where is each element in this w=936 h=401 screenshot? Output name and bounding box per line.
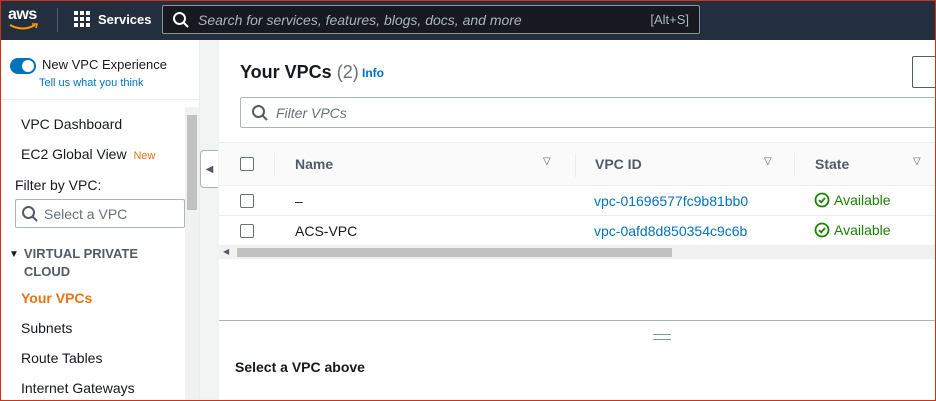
sidebar-item-subnets[interactable]: Subnets	[21, 320, 72, 336]
collapse-sidebar-button[interactable]: ◀	[200, 150, 218, 188]
table-row[interactable]: – vpc-01696577fc9b81bb0 Available	[219, 186, 936, 216]
column-header-vpc-id[interactable]: VPC ID	[595, 156, 642, 172]
new-vpc-experience-label: New VPC Experience	[42, 57, 167, 72]
sidebar-item-route-tables[interactable]: Route Tables	[21, 350, 102, 366]
refresh-button[interactable]	[912, 56, 936, 88]
sidebar-item-label: Internet Gateways	[21, 380, 135, 396]
table-header: Name ▽ VPC ID ▽ State ▽	[219, 142, 936, 186]
services-grid-icon	[74, 11, 90, 27]
sidebar-item-label: EC2 Global View	[21, 146, 127, 162]
split-panel-message: Select a VPC above	[235, 359, 365, 375]
global-search-input[interactable]: Search for services, features, blogs, do…	[162, 5, 700, 34]
aws-logo[interactable]: aws	[8, 6, 42, 32]
select-all-checkbox[interactable]	[240, 157, 254, 171]
resize-handle-icon[interactable]	[653, 334, 671, 340]
sidebar-item-internet-gateways[interactable]: Internet Gateways	[21, 380, 135, 396]
new-vpc-experience-row: New VPC Experience	[10, 57, 167, 74]
check-circle-icon	[814, 192, 830, 208]
row-checkbox[interactable]	[240, 194, 254, 208]
vpc-list-panel: Your VPCs (2) Info Filter VPCs Name ▽ VP…	[219, 40, 936, 320]
aws-smile-icon	[9, 23, 39, 30]
section-title: VIRTUAL PRIVATE CLOUD	[23, 246, 139, 279]
top-navigation-bar: aws Services Search for services, featur…	[0, 0, 936, 40]
vpc-count: (2)	[336, 62, 359, 82]
search-icon	[22, 205, 38, 222]
sort-caret-icon[interactable]: ▽	[543, 156, 551, 167]
services-menu-button[interactable]: Services	[74, 11, 152, 27]
vpc-state-text: Available	[834, 192, 891, 208]
sidebar-item-label: Your VPCs	[21, 290, 93, 306]
column-divider[interactable]	[575, 153, 576, 177]
vpc-name: ACS-VPC	[295, 223, 358, 239]
page-title: Your VPCs (2)	[240, 62, 359, 83]
sidebar-item-your-vpcs[interactable]: Your VPCs	[21, 290, 92, 306]
scroll-left-icon[interactable]: ◀	[223, 247, 229, 256]
column-header-name[interactable]: Name	[295, 156, 333, 172]
sidebar-scrollbar-thumb[interactable]	[187, 115, 197, 210]
horizontal-scrollbar-thumb[interactable]	[237, 248, 672, 257]
table-row[interactable]: ACS-VPC vpc-0afd8d850354c9c6b Available	[219, 216, 936, 246]
chevron-left-icon: ◀	[205, 163, 214, 175]
caret-down-icon: ▼	[9, 249, 19, 260]
sort-caret-icon[interactable]: ▽	[764, 156, 772, 167]
column-divider[interactable]	[794, 153, 795, 177]
search-shortcut-hint: [Alt+S]	[650, 12, 689, 27]
filter-vpcs-input[interactable]: Filter VPCs	[240, 97, 936, 128]
vpc-name: –	[295, 193, 303, 209]
feedback-link[interactable]: Tell us what you think	[39, 77, 144, 89]
vpc-id-link[interactable]: vpc-01696577fc9b81bb0	[594, 193, 748, 209]
sidebar-divider	[1, 99, 199, 100]
check-circle-icon	[814, 222, 830, 238]
column-header-state[interactable]: State	[815, 156, 849, 172]
filter-by-vpc-label: Filter by VPC:	[15, 177, 102, 193]
sidebar-item-label: Subnets	[21, 320, 73, 336]
sidebar-item-ec2-global-view[interactable]: EC2 Global View New	[21, 146, 155, 162]
page-title-text: Your VPCs	[240, 62, 332, 82]
global-search-placeholder: Search for services, features, blogs, do…	[198, 11, 522, 28]
vpc-filter-select[interactable]: Select a VPC	[15, 199, 185, 228]
sidebar-scrollbar[interactable]	[185, 107, 199, 401]
sidebar-item-label: VPC Dashboard	[21, 116, 123, 132]
new-badge: New	[133, 150, 156, 162]
info-link[interactable]: Info	[362, 66, 384, 80]
side-navigation: New VPC Experience Tell us what you thin…	[1, 40, 200, 401]
services-label: Services	[98, 11, 152, 27]
sidebar-item-label: Route Tables	[21, 350, 103, 366]
vpc-filter-placeholder: Select a VPC	[44, 205, 128, 222]
column-divider	[274, 153, 275, 177]
nav-divider	[57, 8, 58, 32]
sidebar-item-vpc-dashboard[interactable]: VPC Dashboard	[21, 116, 122, 132]
table-horizontal-scrollbar[interactable]: ◀	[219, 245, 936, 259]
aws-logo-text: aws	[8, 6, 37, 23]
search-icon	[252, 104, 268, 121]
filter-vpcs-placeholder: Filter VPCs	[276, 104, 347, 121]
vpc-state-text: Available	[834, 222, 891, 238]
vpc-id-link[interactable]: vpc-0afd8d850354c9c6b	[594, 223, 747, 239]
vpc-state: Available	[814, 222, 891, 238]
sort-caret-icon[interactable]: ▽	[913, 156, 921, 167]
details-split-panel: Select a VPC above	[219, 320, 936, 401]
search-icon	[173, 11, 189, 28]
section-virtual-private-cloud[interactable]: ▼ VIRTUAL PRIVATE CLOUD	[9, 245, 174, 281]
new-vpc-experience-toggle[interactable]	[10, 58, 36, 74]
vpc-state: Available	[814, 192, 891, 208]
row-checkbox[interactable]	[240, 224, 254, 238]
